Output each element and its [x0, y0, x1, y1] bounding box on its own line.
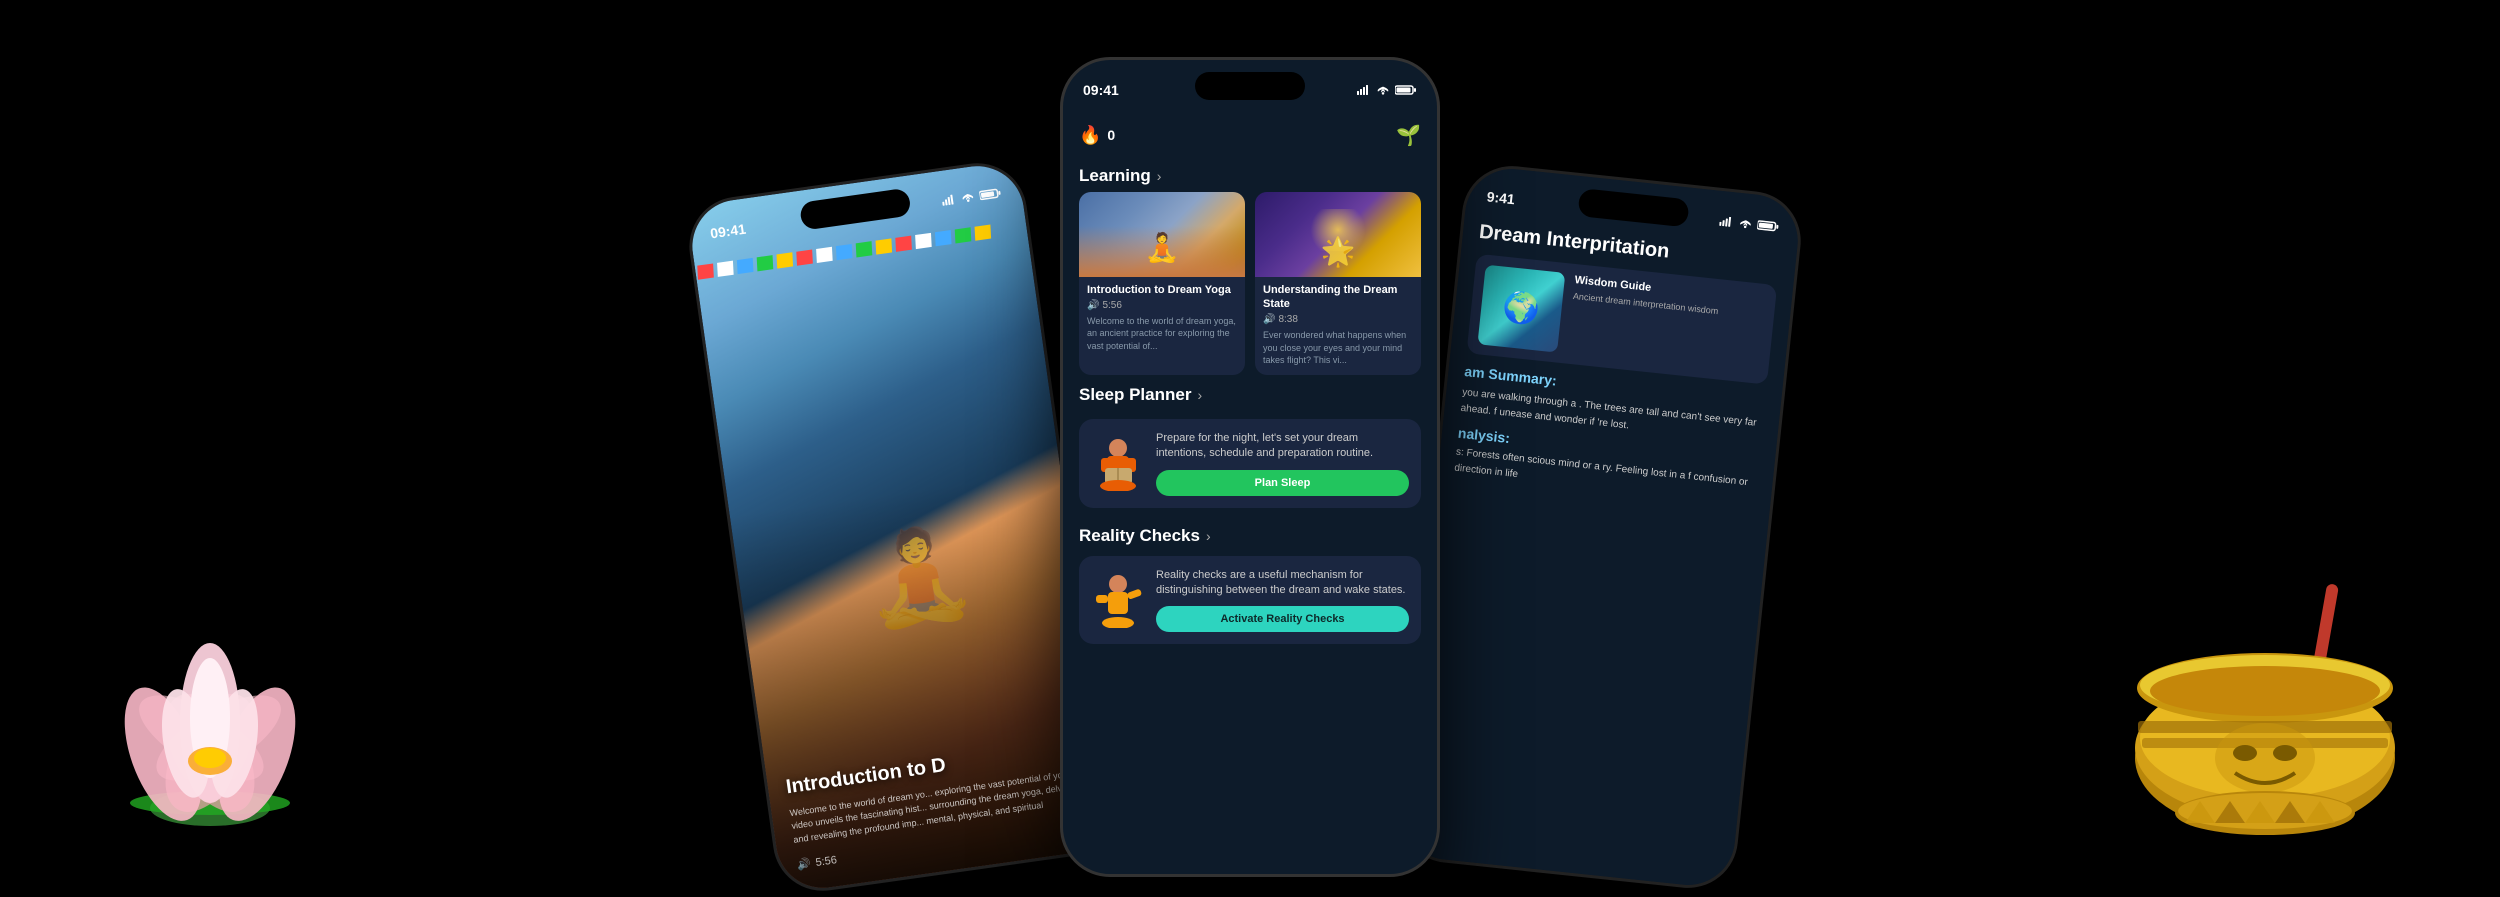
card1-desc: Welcome to the world of dream yoga, an a…: [1087, 315, 1237, 353]
right-status-icons: [1719, 215, 1780, 231]
learning-chevron: ›: [1157, 168, 1162, 184]
app-header: 🔥 0 🌱: [1063, 115, 1437, 156]
planner-text: Prepare for the night, let's set your dr…: [1156, 431, 1409, 496]
left-phone-content: 🧘 09:41 Introduction to D Welcome to the…: [686, 160, 1113, 894]
right-phone-content: 9:41 Dream Interpritation Wisdom Guide: [1398, 164, 1803, 889]
planner-card: Prepare for the night, let's set your dr…: [1079, 419, 1421, 508]
card2-body: Understanding the Dream State 🔊 8:38 Eve…: [1255, 277, 1421, 375]
header-left: 🔥 0: [1079, 125, 1115, 146]
learning-card-1[interactable]: 🧘 Introduction to Dream Yoga 🔊 5:56 Welc…: [1079, 192, 1245, 375]
reality-card: Reality checks are a useful mechanism fo…: [1079, 556, 1421, 645]
lotus-decoration: [80, 613, 340, 833]
right-time: 9:41: [1486, 188, 1516, 207]
learning-card-2[interactable]: 🌟 Understanding the Dream State 🔊 8:38 E…: [1255, 192, 1421, 375]
dream-card-text: Wisdom Guide Ancient dream interpretatio…: [1567, 274, 1766, 374]
card2-sound-icon: 🔊: [1263, 314, 1275, 325]
sleep-planner-chevron: ›: [1197, 387, 1202, 403]
reality-checks-chevron: ›: [1206, 528, 1211, 544]
planner-desc: Prepare for the night, let's set your dr…: [1156, 431, 1409, 462]
bowl-decoration: [2120, 573, 2420, 853]
sound-icon: 🔊: [796, 856, 811, 871]
scene: 🧘 09:41 Introduction to D Welcome to the…: [0, 0, 2500, 893]
learning-cards: 🧘 Introduction to Dream Yoga 🔊 5:56 Welc…: [1063, 192, 1437, 375]
planner-monk-icon: [1091, 436, 1146, 491]
reality-text: Reality checks are a useful mechanism fo…: [1156, 568, 1409, 633]
plan-sleep-button[interactable]: Plan Sleep: [1156, 470, 1409, 496]
card1-title: Introduction to Dream Yoga: [1087, 283, 1237, 297]
sleep-planner-title: Sleep Planner: [1079, 385, 1191, 405]
reality-checks-title: Reality Checks: [1079, 526, 1200, 546]
card1-sound-icon: 🔊: [1087, 300, 1099, 311]
phone-right: 9:41 Dream Interpritation Wisdom Guide: [1394, 161, 1805, 893]
card1-body: Introduction to Dream Yoga 🔊 5:56 Welcom…: [1079, 277, 1245, 361]
dream-card-image: [1477, 264, 1565, 352]
leaf-icon: 🌱: [1396, 123, 1421, 148]
activate-reality-checks-button[interactable]: Activate Reality Checks: [1156, 606, 1409, 632]
sleep-planner-section-header[interactable]: Sleep Planner ›: [1063, 375, 1437, 411]
card2-title: Understanding the Dream State: [1263, 283, 1413, 312]
phone-left: 🧘 09:41 Introduction to D Welcome to the…: [683, 156, 1117, 897]
center-phone-notch: [1195, 72, 1305, 100]
card2-duration: 🔊 8:38: [1263, 314, 1413, 325]
center-status-icons: [1357, 85, 1417, 95]
phone-center: 09:41 🔥 0 🌱 Lea: [1060, 57, 1440, 877]
center-phone-content: 09:41 🔥 0 🌱 Lea: [1063, 60, 1437, 874]
learning-title: Learning: [1079, 166, 1151, 186]
reality-desc: Reality checks are a useful mechanism fo…: [1156, 568, 1409, 599]
dream-state-image: 🌟: [1255, 192, 1421, 277]
dream-yoga-image: 🧘: [1079, 192, 1245, 277]
phones-container: 🧘 09:41 Introduction to D Welcome to the…: [650, 17, 1850, 877]
left-status-icons: [941, 187, 1002, 205]
header-flame-count: 0: [1107, 127, 1115, 143]
reality-checks-section-header[interactable]: Reality Checks ›: [1063, 516, 1437, 552]
left-time: 09:41: [709, 220, 747, 241]
center-time: 09:41: [1083, 82, 1119, 98]
card1-duration: 🔊 5:56: [1087, 300, 1237, 311]
card2-desc: Ever wondered what happens when you clos…: [1263, 329, 1413, 367]
flame-icon: 🔥: [1079, 125, 1101, 146]
reality-monk-icon: [1091, 573, 1146, 628]
learning-section-header[interactable]: Learning ›: [1063, 156, 1437, 192]
